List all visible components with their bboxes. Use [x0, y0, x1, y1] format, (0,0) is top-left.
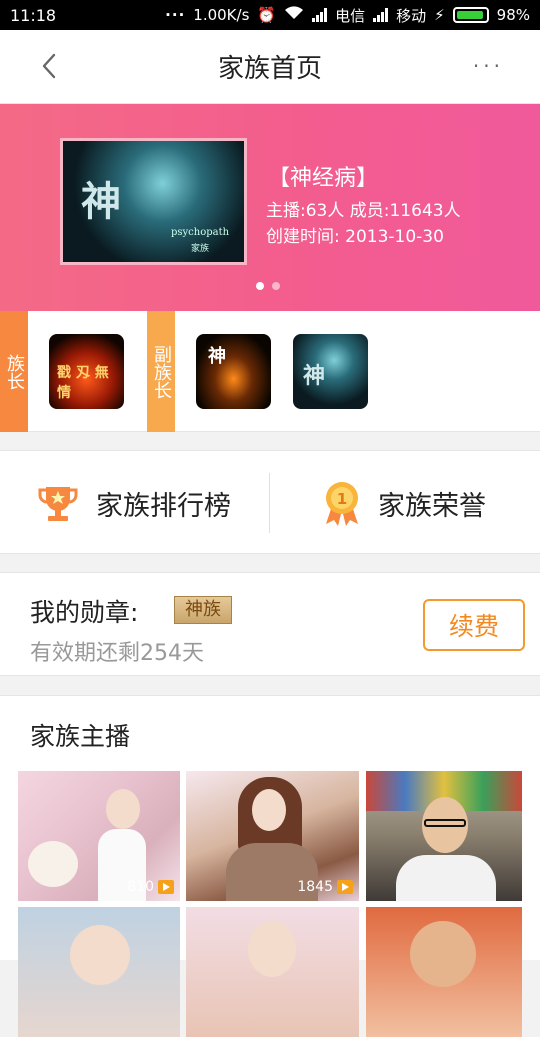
carrier-1: 电信	[335, 6, 366, 25]
medal-icon: 1	[326, 482, 358, 526]
cover-big-text: 神	[81, 178, 121, 225]
status-time: 11:18	[10, 5, 57, 25]
anchor-views: 810	[127, 879, 174, 895]
notification-dots-icon: ···	[165, 6, 186, 24]
battery-icon	[452, 7, 489, 23]
family-banner[interactable]: 神 psychopath 家族 【神经病】 主播:63人 成员:11643人 创…	[0, 104, 540, 311]
anchor-views-count: 810	[127, 879, 154, 895]
family-created: 创建时间: 2013-10-30	[266, 227, 444, 247]
renew-button[interactable]: 续费	[423, 599, 525, 651]
anchor-photo-body	[396, 855, 496, 901]
vice-leader-tag-label: 副族长	[151, 344, 172, 399]
anchor-card[interactable]: 810	[18, 771, 180, 901]
medal-validity: 有效期还剩254天	[30, 641, 204, 666]
entries-row: 家族排行榜 1 家族荣誉	[0, 450, 540, 554]
vice-leader-avatar-1-text: 神	[208, 346, 226, 367]
carrier-2: 移动	[396, 6, 427, 25]
leader-tag-label: 族长	[4, 353, 25, 390]
ranking-entry[interactable]: 家族排行榜	[36, 451, 231, 555]
medal-title: 我的勋章:	[30, 598, 139, 627]
alarm-icon: ⏰	[257, 6, 277, 24]
svg-text:1: 1	[337, 490, 347, 508]
medal-badge: 神族	[174, 596, 232, 624]
back-arrow-icon[interactable]	[36, 52, 64, 80]
status-right: ··· 1.00K/s ⏰ 电信 移动 ⚡ 98%	[165, 5, 530, 26]
page-title: 家族首页	[217, 54, 322, 84]
ranking-label: 家族排行榜	[96, 490, 231, 522]
honor-label: 家族荣誉	[378, 490, 486, 522]
signal-icon-2	[373, 8, 389, 22]
trophy-icon	[38, 487, 78, 521]
anchor-card[interactable]	[186, 907, 359, 1037]
leader-avatar[interactable]: 戳 刄 無 情	[49, 334, 124, 409]
glasses	[424, 819, 466, 827]
anchor-card[interactable]: 1845	[186, 771, 359, 901]
nav-bar: 家族首页 ···	[0, 30, 540, 104]
family-cover-image: 神 psychopath 家族	[60, 138, 247, 265]
anchor-photo	[410, 921, 476, 987]
play-icon	[158, 880, 174, 894]
status-bar: 11:18 ··· 1.00K/s ⏰ 电信 移动 ⚡ 98%	[0, 0, 540, 30]
play-icon	[337, 880, 353, 894]
vice-leader-avatar-2-text: 神	[303, 363, 326, 389]
plush-toy	[28, 841, 78, 887]
anchor-card[interactable]	[366, 771, 522, 901]
signal-icon-1	[312, 8, 328, 22]
battery-percent: 98%	[496, 6, 530, 24]
cover-sub-text: psychopath	[171, 227, 230, 238]
anchor-photo	[106, 789, 140, 829]
leader-avatar-text: 戳 刄 無 情	[57, 365, 109, 401]
vice-leader-avatar-1[interactable]: 神	[196, 334, 271, 409]
vice-leader-avatar-2[interactable]: 神	[293, 334, 368, 409]
family-name: 【神经病】	[268, 166, 379, 191]
cover-sub-text-2: 家族	[191, 244, 210, 254]
family-stats: 主播:63人 成员:11643人	[266, 201, 461, 221]
honor-entry[interactable]: 1 家族荣誉	[322, 451, 486, 555]
pager-dot	[272, 282, 280, 290]
pager-dot-active	[256, 282, 264, 290]
anchor-photo	[70, 925, 130, 985]
wifi-icon	[284, 6, 304, 24]
anchor-card[interactable]	[18, 907, 180, 1037]
entries-divider	[269, 473, 270, 533]
leader-tag: 族长	[0, 311, 28, 432]
anchors-section: 家族主播 810 1845	[0, 695, 540, 1037]
more-options-icon[interactable]: ···	[473, 54, 504, 78]
medal-section: 我的勋章: 神族 有效期还剩254天 续费	[0, 572, 540, 676]
anchors-section-title: 家族主播	[30, 722, 131, 751]
anchor-card[interactable]	[366, 907, 522, 1037]
vice-leader-tag: 副族长	[147, 311, 175, 432]
leaders-row: 族长 戳 刄 無 情 副族长 神 神	[0, 311, 540, 432]
charging-icon: ⚡	[434, 6, 445, 24]
anchor-views: 1845	[297, 879, 353, 895]
anchor-photo	[252, 789, 286, 831]
anchor-views-count: 1845	[297, 879, 333, 895]
network-speed: 1.00K/s	[193, 6, 250, 24]
banner-pager	[256, 282, 280, 290]
anchor-photo	[248, 921, 296, 977]
